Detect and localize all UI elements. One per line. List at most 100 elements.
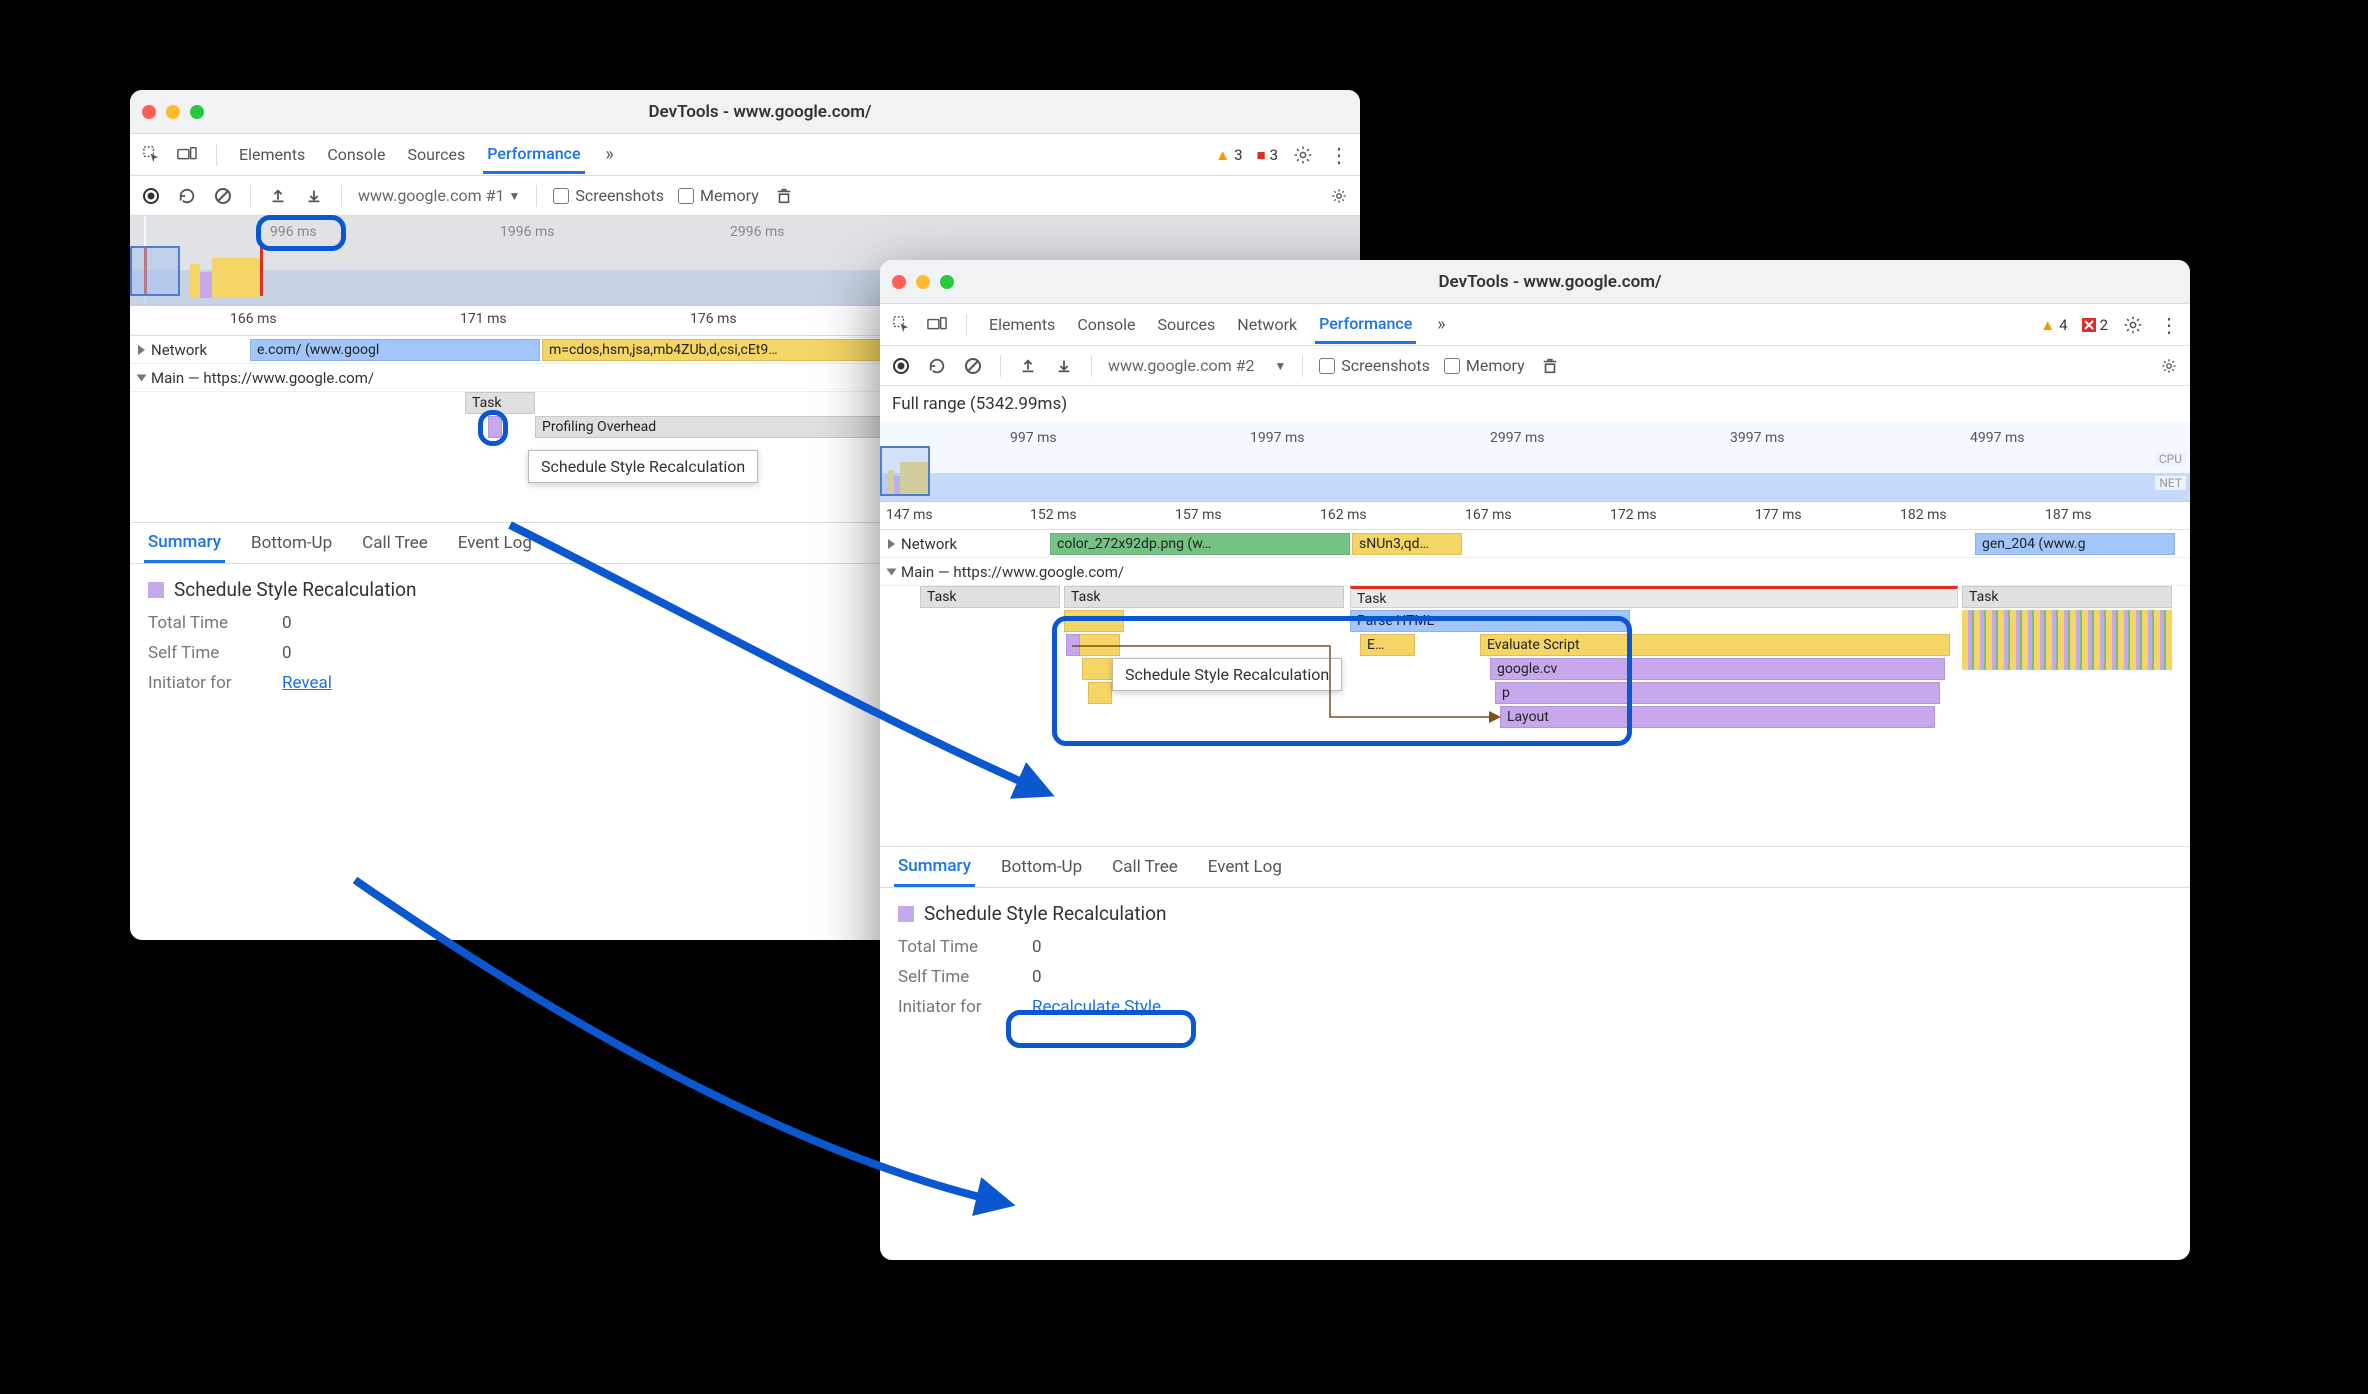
run-block-1[interactable] (1064, 610, 1124, 632)
tab-elements[interactable]: Elements (235, 137, 309, 172)
tab-elements[interactable]: Elements (985, 307, 1059, 342)
upload-icon[interactable] (267, 185, 289, 207)
subtab-bottomup[interactable]: Bottom-Up (247, 525, 336, 561)
tab-performance[interactable]: Performance (1315, 306, 1416, 344)
nested-yellow-2[interactable] (1082, 658, 1116, 680)
reload-icon[interactable] (926, 355, 948, 377)
dr-t6: 177 ms (1755, 507, 1802, 523)
layout-block[interactable]: Layout (1500, 706, 1935, 728)
reload-icon[interactable] (176, 185, 198, 207)
expand-icon[interactable] (138, 345, 145, 355)
close-icon[interactable] (142, 105, 156, 119)
summary-swatch (148, 582, 164, 598)
more-tabs-icon[interactable]: » (1430, 314, 1452, 336)
parse-html-block[interactable]: Parse HTML (1350, 610, 1630, 632)
ev-block[interactable]: E… (1360, 634, 1415, 656)
gear-icon[interactable] (2158, 355, 2180, 377)
task-block-3[interactable]: Task (1350, 586, 1958, 608)
p-block[interactable]: p (1495, 682, 1940, 704)
clear-icon[interactable] (962, 355, 984, 377)
network-label: Network (151, 341, 207, 359)
evaluate-script-block[interactable]: Evaluate Script (1480, 634, 1950, 656)
flame-purple-block[interactable] (488, 416, 502, 438)
ov-t5: 4997 ms (1970, 430, 2024, 446)
expand-icon[interactable] (888, 539, 895, 549)
total-time-label: Total Time (898, 937, 1008, 957)
nested-yellow-1[interactable] (1076, 634, 1120, 656)
perf-toolbar: www.google.com #2 ▼ Screenshots Memory (880, 346, 2190, 386)
task-block-2[interactable]: Task (1064, 586, 1344, 608)
warnings-badge[interactable]: ▲3 (1215, 146, 1242, 164)
warnings-badge[interactable]: ▲4 (2040, 316, 2067, 334)
panel-tabbar: Elements Console Sources Performance » ▲… (130, 134, 1360, 176)
subtab-summary[interactable]: Summary (894, 848, 975, 887)
collapse-icon[interactable] (887, 568, 897, 575)
overview-minimap[interactable]: 997 ms 1997 ms 2997 ms 3997 ms 4997 ms C… (880, 422, 2190, 502)
summary-tabs: Summary Bottom-Up Call Tree Event Log (880, 846, 2190, 888)
style-recalc-marker[interactable] (1066, 634, 1080, 656)
clear-icon[interactable] (212, 185, 234, 207)
titlebar[interactable]: DevTools - www.google.com/ (130, 90, 1360, 134)
record-icon[interactable] (140, 185, 162, 207)
main-track-header[interactable]: Main — https://www.google.com/ (880, 558, 2190, 586)
reveal-link[interactable]: Reveal (282, 673, 332, 693)
download-icon[interactable] (1053, 355, 1075, 377)
gc-icon[interactable] (1539, 355, 1561, 377)
net-request-1[interactable]: e.com/ (www.googl (250, 339, 540, 361)
tab-console[interactable]: Console (1073, 307, 1139, 342)
screenshots-checkbox[interactable]: Screenshots (553, 186, 664, 205)
collapse-icon[interactable] (137, 374, 147, 381)
detail-ruler[interactable]: 147 ms 152 ms 157 ms 162 ms 167 ms 172 m… (880, 502, 2190, 530)
net-item-1[interactable]: color_272x92dp.png (w… (1050, 533, 1350, 555)
tab-sources[interactable]: Sources (403, 137, 469, 172)
task-block-4[interactable]: Task (1962, 586, 2172, 608)
dr-t4: 167 ms (1465, 507, 1512, 523)
titlebar[interactable]: DevTools - www.google.com/ (880, 260, 2190, 304)
subtab-eventlog[interactable]: Event Log (1204, 849, 1286, 885)
errors-badge[interactable]: 2 (2082, 316, 2108, 334)
net-item-2[interactable]: sNUn3,qd… (1352, 533, 1462, 555)
device-icon[interactable] (926, 314, 948, 336)
memory-checkbox[interactable]: Memory (678, 186, 759, 205)
page-select[interactable]: www.google.com #1 ▼ (358, 186, 520, 205)
tab-network[interactable]: Network (1233, 307, 1301, 342)
tab-console[interactable]: Console (323, 137, 389, 172)
more-tabs-icon[interactable]: » (599, 144, 621, 166)
subtab-eventlog[interactable]: Event Log (454, 525, 536, 561)
record-icon[interactable] (890, 355, 912, 377)
device-icon[interactable] (176, 144, 198, 166)
close-icon[interactable] (892, 275, 906, 289)
download-icon[interactable] (303, 185, 325, 207)
net-label: NET (2155, 476, 2186, 490)
subtab-bottomup[interactable]: Bottom-Up (997, 849, 1086, 885)
screenshots-checkbox[interactable]: Screenshots (1319, 356, 1430, 375)
kebab-icon[interactable]: ⋮ (2158, 314, 2180, 336)
self-time-label: Self Time (148, 643, 258, 663)
page-select[interactable]: www.google.com #2 ▼ (1108, 356, 1286, 375)
upload-icon[interactable] (1017, 355, 1039, 377)
subtab-summary[interactable]: Summary (144, 524, 225, 563)
google-cv-block[interactable]: google.cv (1490, 658, 1945, 680)
subtab-calltree[interactable]: Call Tree (1108, 849, 1182, 885)
inspect-icon[interactable] (140, 144, 162, 166)
flame-chart[interactable]: Task Task Task Task Parse HTML E… Evalua… (880, 586, 2190, 846)
recalculate-style-link[interactable]: Recalculate Style (1032, 997, 1161, 1017)
tab-sources[interactable]: Sources (1153, 307, 1219, 342)
subtab-calltree[interactable]: Call Tree (358, 525, 432, 561)
warnings-count: 3 (1234, 146, 1242, 164)
inspect-icon[interactable] (890, 314, 912, 336)
gear-icon[interactable] (2122, 314, 2144, 336)
errors-badge[interactable]: ■3 (1257, 146, 1279, 164)
task-block-1[interactable]: Task (920, 586, 1060, 608)
gear-icon[interactable] (1328, 185, 1350, 207)
gc-icon[interactable] (773, 185, 795, 207)
task-block[interactable]: Task (465, 392, 535, 414)
network-track[interactable]: Network color_272x92dp.png (w… sNUn3,qd…… (880, 530, 2190, 558)
nested-yellow-3[interactable] (1088, 682, 1112, 704)
kebab-icon[interactable]: ⋮ (1328, 144, 1350, 166)
net-item-3[interactable]: gen_204 (www.g (1975, 533, 2175, 555)
memory-label: Memory (1466, 356, 1525, 375)
tab-performance[interactable]: Performance (483, 136, 584, 174)
gear-icon[interactable] (1292, 144, 1314, 166)
memory-checkbox[interactable]: Memory (1444, 356, 1525, 375)
